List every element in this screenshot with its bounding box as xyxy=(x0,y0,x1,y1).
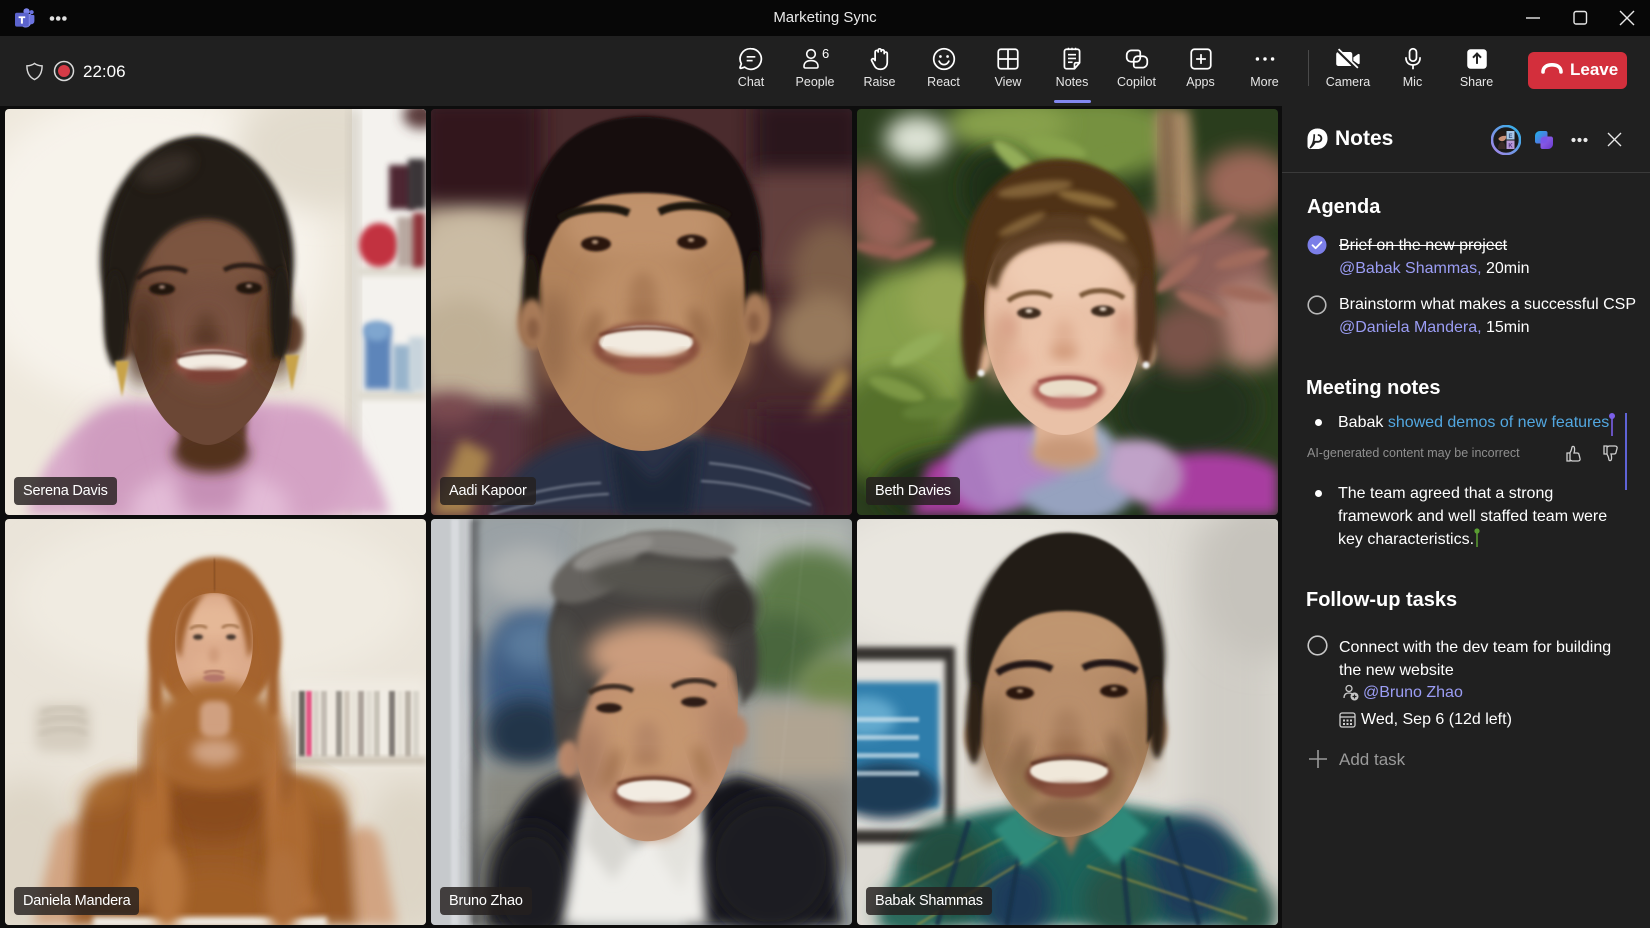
svg-text:K: K xyxy=(1508,143,1513,149)
svg-text:E: E xyxy=(1508,134,1512,140)
svg-text:6: 6 xyxy=(822,46,829,61)
